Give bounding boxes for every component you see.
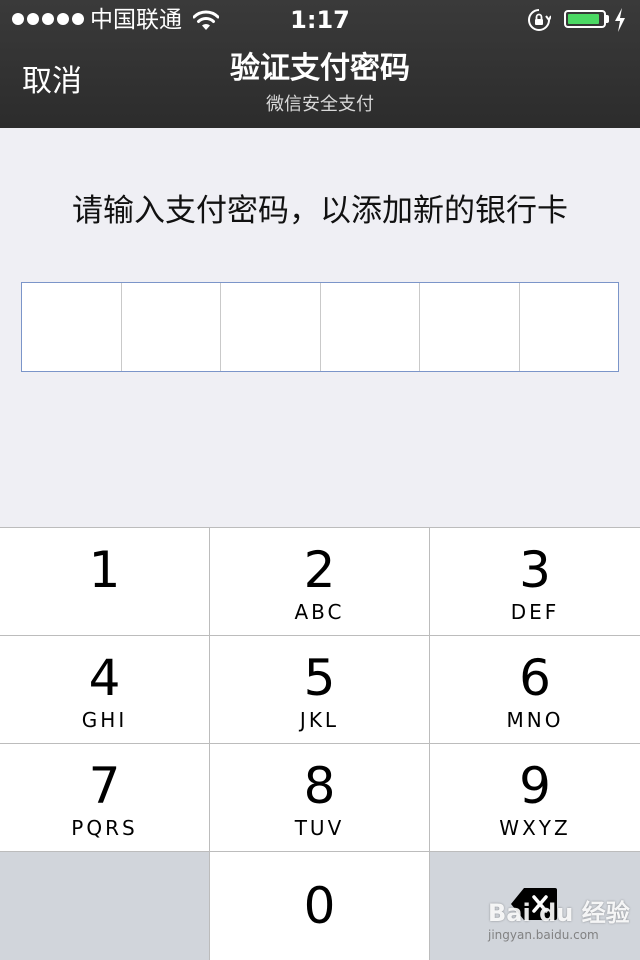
top-bar: 中国联通 1:17 取消 验证支付密码 微信安全支付 xyxy=(0,0,640,128)
baidu-watermark: Bai du 经验 jingyan.baidu.com xyxy=(488,898,630,942)
password-prompt: 请输入支付密码，以添加新的银行卡 xyxy=(72,193,568,229)
pin-cell[interactable] xyxy=(22,283,122,371)
key-letters: JKL xyxy=(299,708,340,732)
key-4[interactable]: 4 GHI xyxy=(0,636,209,743)
pin-cell[interactable] xyxy=(420,283,520,371)
key-digit: 6 xyxy=(519,649,551,707)
key-digit: 0 xyxy=(303,877,336,935)
key-digit: 4 xyxy=(88,649,121,707)
numeric-keypad: 1 2 ABC 3 DEF 4 GHI 5 JKL 6 MNO 7 PQRS 8… xyxy=(0,527,640,960)
key-digit: 9 xyxy=(519,757,551,815)
key-8[interactable]: 8 TUV xyxy=(210,744,429,851)
key-digit: 5 xyxy=(303,649,336,707)
watermark-text: Bai du 经验 xyxy=(488,899,630,927)
key-letters: MNO xyxy=(506,708,564,732)
pin-cell[interactable] xyxy=(321,283,420,371)
pin-cell[interactable] xyxy=(221,283,321,371)
key-3[interactable]: 3 DEF xyxy=(430,528,640,635)
password-input[interactable] xyxy=(21,282,619,372)
key-6[interactable]: 6 MNO xyxy=(430,636,640,743)
key-1[interactable]: 1 xyxy=(0,528,209,635)
pin-cell[interactable] xyxy=(520,283,619,371)
key-letters: ABC xyxy=(294,600,345,624)
key-digit: 8 xyxy=(303,757,336,815)
key-letters: WXYZ xyxy=(499,816,571,840)
key-0[interactable]: 0 xyxy=(210,852,429,960)
charging-bolt-icon xyxy=(614,8,626,36)
battery-icon xyxy=(564,10,606,28)
key-letters: GHI xyxy=(81,708,128,732)
key-digit: 3 xyxy=(519,541,551,599)
battery-level xyxy=(568,14,599,24)
page-subtitle: 微信安全支付 xyxy=(266,94,374,115)
battery-tip xyxy=(606,15,609,23)
key-digit: 1 xyxy=(88,541,121,599)
key-digit: 7 xyxy=(88,757,121,815)
key-digit: 2 xyxy=(303,541,336,599)
pin-cell[interactable] xyxy=(122,283,221,371)
key-blank xyxy=(0,852,209,960)
key-9[interactable]: 9 WXYZ xyxy=(430,744,640,851)
status-bar: 中国联通 1:17 xyxy=(0,0,640,40)
key-letters: TUV xyxy=(294,816,345,840)
key-5[interactable]: 5 JKL xyxy=(210,636,429,743)
page-title: 验证支付密码 xyxy=(230,51,410,86)
key-letters: PQRS xyxy=(71,816,138,840)
rotation-lock-icon xyxy=(527,8,552,36)
key-7[interactable]: 7 PQRS xyxy=(0,744,209,851)
key-2[interactable]: 2 ABC xyxy=(210,528,429,635)
watermark-url: jingyan.baidu.com xyxy=(488,928,599,942)
key-letters: DEF xyxy=(510,600,560,624)
